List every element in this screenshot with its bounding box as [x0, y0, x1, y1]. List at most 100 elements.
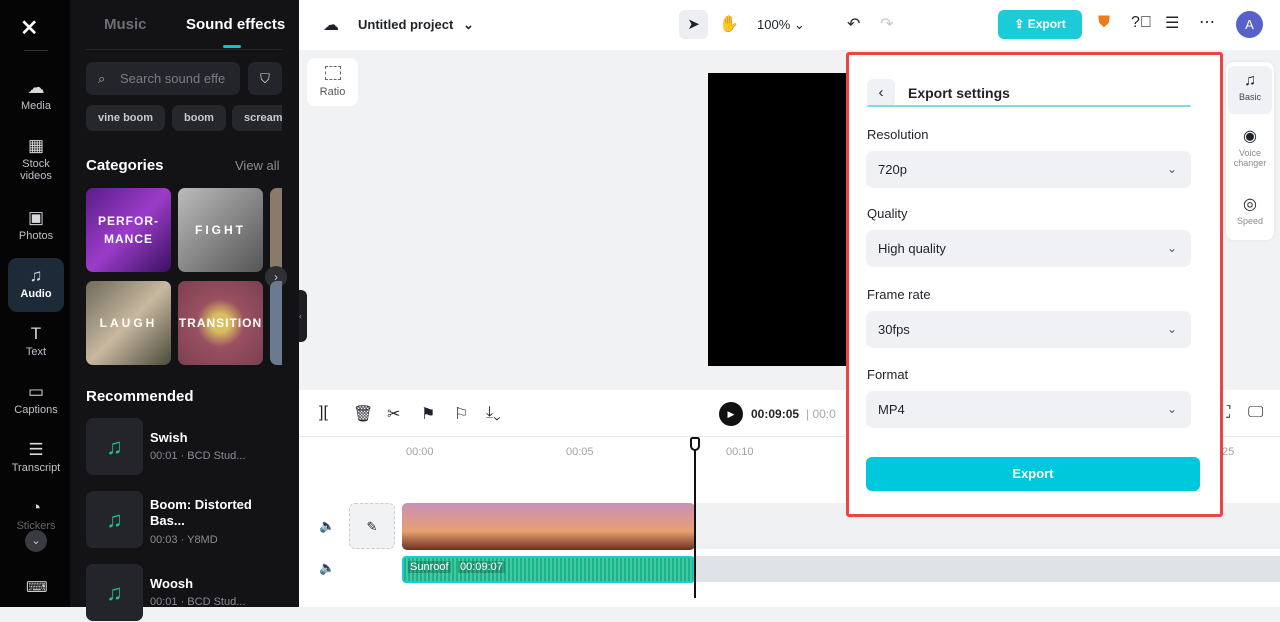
chip-vine-boom[interactable]: vine boom — [86, 105, 166, 131]
rail-label: Media — [21, 100, 51, 112]
recommended-title: Recommended — [86, 388, 194, 405]
list-item[interactable]: ♫ Woosh 00:01 · BCD Stud... — [86, 564, 286, 622]
chevron-down-icon: ⌄ — [1166, 241, 1177, 255]
sound-meta: 00:03 · Y8MD — [150, 534, 218, 546]
rail-stickers[interactable]: ◔ Stickers — [8, 498, 64, 532]
download-icon[interactable]: ⤓⌄ — [486, 404, 501, 422]
tab-speed[interactable]: ◎ Speed — [1228, 194, 1272, 226]
sound-title: Swish — [150, 430, 188, 445]
undo-icon[interactable]: ↶ — [847, 14, 860, 34]
frame-rate-value: 30fps — [878, 322, 910, 337]
split-icon[interactable]: ][ — [319, 404, 328, 422]
sound-meta: 00:01 · BCD Stud... — [150, 596, 246, 608]
audio-clip-name: Sunroof — [408, 561, 451, 573]
shield-icon[interactable]: ⛊ — [1098, 14, 1110, 32]
cover-edit-button[interactable]: ✎ — [349, 503, 395, 549]
format-select[interactable]: MP4 ⌄ — [866, 391, 1191, 428]
total-time-value: 00:0 — [812, 407, 836, 421]
tab-label: Voice changer — [1233, 148, 1267, 168]
avatar[interactable]: A — [1236, 11, 1263, 38]
export-settings-panel: ‹ Export settings Resolution 720p ⌄ Quali… — [846, 52, 1223, 517]
rail-label: Stock videos — [20, 158, 52, 182]
mute-audio-icon[interactable]: 🔈 — [319, 560, 335, 576]
rail-audio[interactable]: ♫ Audio — [8, 258, 64, 312]
zoom-level: 100% — [757, 17, 791, 32]
cut-icon[interactable]: ✂ — [387, 404, 400, 424]
select-tool-button[interactable]: ➤ — [679, 10, 708, 39]
frame-rate-select[interactable]: 30fps ⌄ — [866, 311, 1191, 348]
list-item[interactable]: ♫ Boom: Distorted Bas... 00:03 · Y8MD — [86, 491, 286, 549]
video-clip[interactable] — [402, 503, 695, 550]
ai-icon[interactable]: ⚑ — [421, 404, 435, 424]
list-item[interactable]: ♫ Swish 00:01 · BCD Stud... — [86, 418, 286, 476]
flag-icon[interactable]: ⚐ — [454, 404, 468, 424]
play-button[interactable]: ▶ — [719, 402, 743, 426]
capcut-logo: ⨯ — [20, 14, 39, 39]
voice-changer-icon: ◉ — [1243, 128, 1257, 145]
delete-icon[interactable]: 🗑 — [353, 404, 373, 424]
more-icon[interactable]: ⋯ — [1199, 12, 1215, 32]
expand-rail-button[interactable]: ⌄ — [25, 530, 47, 552]
chip-scream[interactable]: scream — [232, 105, 282, 131]
playhead[interactable] — [694, 438, 696, 598]
categories-title: Categories — [86, 157, 164, 174]
ratio-button[interactable]: Ratio — [307, 58, 358, 106]
quality-select[interactable]: High quality ⌄ — [866, 230, 1191, 267]
category-transition[interactable]: TRANSITION — [178, 281, 263, 365]
category-partial[interactable] — [270, 281, 282, 365]
ratio-icon — [324, 66, 341, 80]
resolution-select[interactable]: 720p ⌄ — [866, 151, 1191, 188]
tick-label: 25 — [1222, 446, 1235, 458]
zoom-select[interactable]: 100% ⌄ — [757, 17, 805, 33]
cloud-icon[interactable]: ☁ — [323, 15, 339, 35]
chevron-down-icon: ⌄ — [1166, 402, 1177, 416]
category-performance[interactable]: PERFOR- MANCE — [86, 188, 171, 272]
chevron-down-icon: ⌄ — [793, 17, 805, 32]
hand-tool-icon[interactable]: ✋ — [719, 14, 739, 34]
rail-captions[interactable]: ▭ Captions — [8, 382, 64, 416]
help-icon[interactable]: ?⃝ — [1131, 14, 1152, 32]
tick-label: 00:10 — [726, 446, 754, 458]
sound-effects-panel: Music Sound effects ⌕ Search sound effe ⛉… — [70, 0, 299, 621]
export-confirm-button[interactable]: Export — [866, 457, 1200, 491]
tab-basic[interactable]: ♫ Basic — [1228, 66, 1272, 114]
video-preview[interactable] — [708, 73, 848, 366]
view-all-link[interactable]: View all — [235, 158, 280, 173]
transcript-icon: ☰ — [28, 440, 44, 459]
audio-clip[interactable]: Sunroof 00:09:07 — [402, 556, 695, 583]
project-name: Untitled project — [358, 17, 454, 32]
category-partial[interactable] — [270, 188, 282, 272]
monitor-icon[interactable]: 🖵 — [1248, 404, 1263, 422]
tab-sound-effects[interactable]: Sound effects — [186, 16, 285, 33]
panel-collapse-handle[interactable]: ‹ — [299, 290, 307, 342]
category-laugh[interactable]: LAUGH — [86, 281, 171, 365]
mute-video-icon[interactable]: 🔈 — [319, 518, 335, 534]
search-input[interactable]: ⌕ Search sound effe — [86, 62, 240, 95]
project-title[interactable]: Untitled project ⌄ — [358, 17, 474, 33]
tab-voice-changer[interactable]: ◉ Voice changer — [1228, 126, 1272, 168]
tab-music[interactable]: Music — [104, 16, 147, 33]
chip-boom[interactable]: boom — [172, 105, 226, 131]
title-underline — [867, 105, 1191, 107]
rail-photos[interactable]: ▣ Photos — [8, 208, 64, 242]
total-time: | 00:0 — [806, 407, 836, 421]
rail-stock-videos[interactable]: ▦ Stock videos — [8, 136, 64, 182]
export-button[interactable]: ⇪ Export — [998, 10, 1082, 39]
rail-text[interactable]: T Text — [8, 324, 64, 358]
music-note-icon: ♫ — [86, 491, 143, 548]
category-fight[interactable]: FIGHT — [178, 188, 263, 272]
search-placeholder: Search sound effe — [120, 71, 226, 86]
rail-media[interactable]: ☁ Media — [8, 78, 64, 112]
audio-side-tabs: ♫ Basic ◉ Voice changer ◎ Speed — [1226, 62, 1274, 240]
rail-transcript[interactable]: ☰ Transcript — [8, 440, 64, 474]
music-note-icon: ♫ — [86, 564, 143, 621]
rail-label: Text — [25, 346, 47, 358]
playhead-handle[interactable] — [690, 437, 700, 451]
filter-button[interactable]: ⛉ — [248, 62, 282, 95]
redo-icon[interactable]: ↷ — [880, 14, 893, 34]
keyboard-icon[interactable]: ⌨ — [26, 578, 48, 596]
layers-icon[interactable]: ☰ — [1165, 13, 1179, 33]
back-button[interactable]: ‹ — [867, 79, 895, 107]
rail-label: Photos — [18, 230, 54, 242]
upload-icon: ⇪ — [1014, 17, 1028, 31]
